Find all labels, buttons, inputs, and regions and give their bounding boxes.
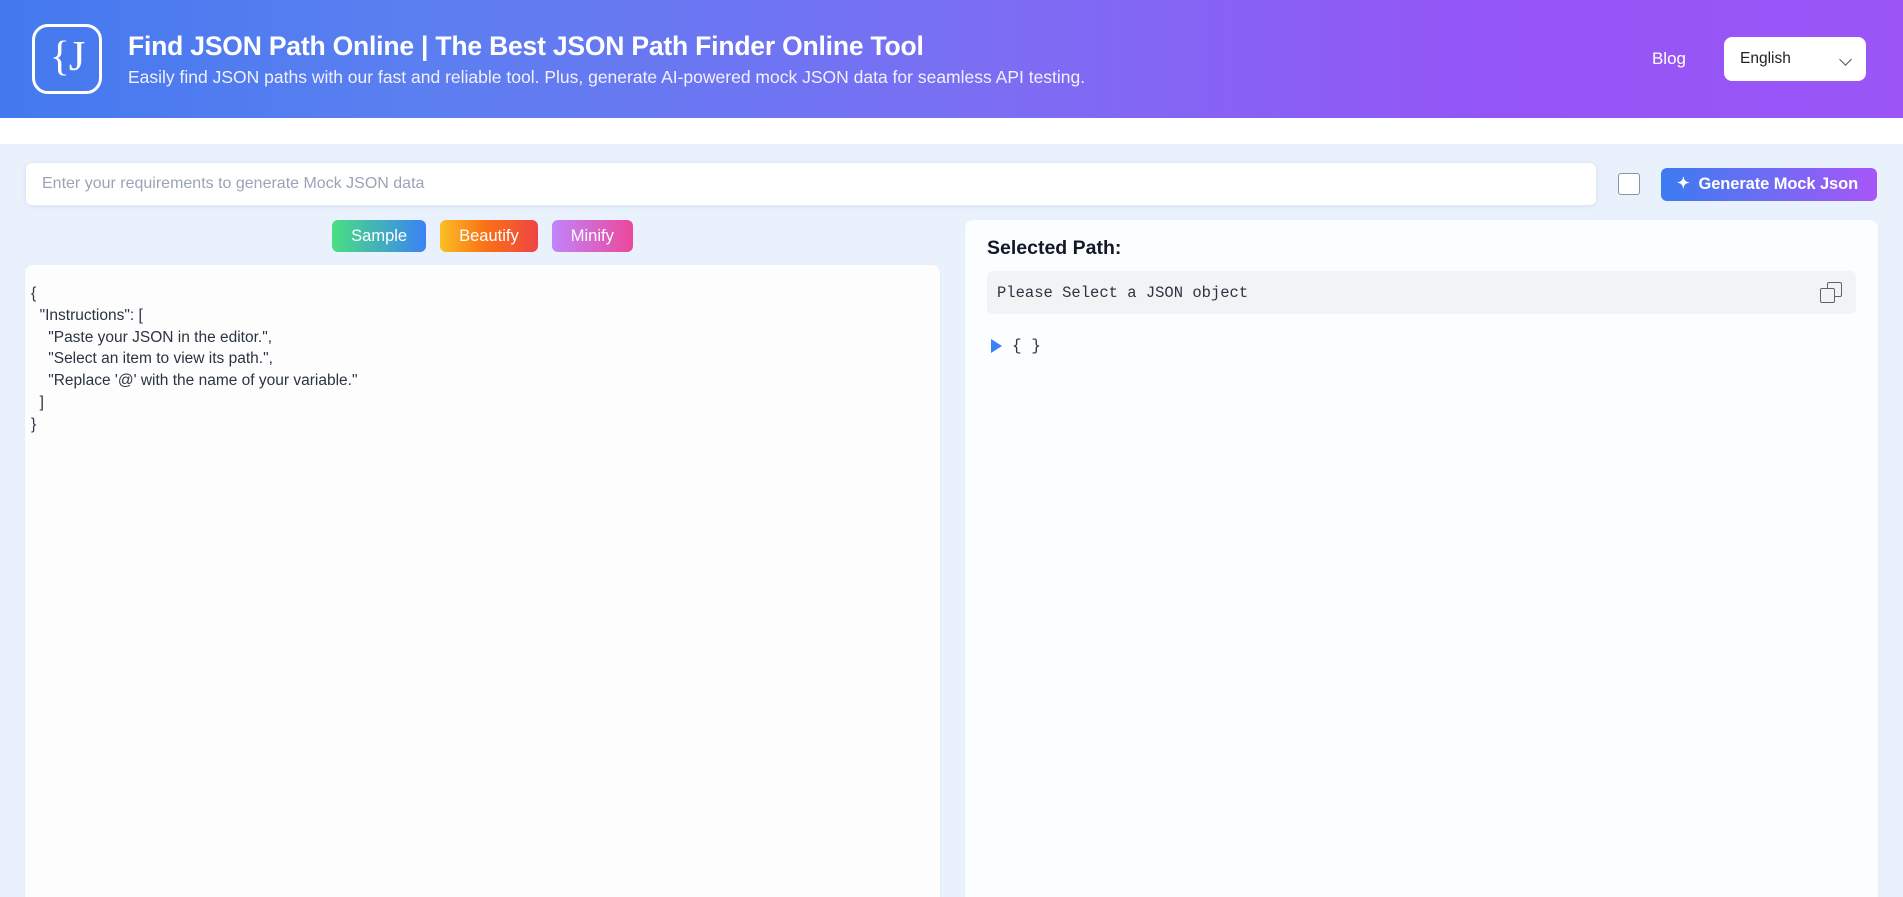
generate-mock-json-label: Generate Mock Json xyxy=(1698,174,1859,193)
page-subtitle: Easily find JSON paths with our fast and… xyxy=(128,66,1086,87)
main-content: ✦ Generate Mock Json Sample Beautify Min… xyxy=(0,144,1903,897)
selected-path-value: Please Select a JSON object xyxy=(997,283,1249,302)
editor-columns: Sample Beautify Minify { "Instructions":… xyxy=(0,220,1903,897)
header-title-block: Find JSON Path Online | The Best JSON Pa… xyxy=(128,31,1652,88)
beautify-button[interactable]: Beautify xyxy=(440,220,538,252)
json-tree: { } xyxy=(987,337,1856,355)
minify-button[interactable]: Minify xyxy=(551,220,633,252)
header-actions: Blog English xyxy=(1652,37,1866,81)
caret-right-icon[interactable] xyxy=(991,339,1002,353)
editor-toolbar: Sample Beautify Minify xyxy=(25,220,940,252)
logo: {J xyxy=(32,24,102,94)
generate-mock-json-button[interactable]: ✦ Generate Mock Json xyxy=(1661,167,1878,201)
blog-link[interactable]: Blog xyxy=(1652,49,1686,69)
selected-path-title: Selected Path: xyxy=(987,237,1122,259)
json-tree-root-node[interactable]: { } xyxy=(1012,337,1041,355)
chevron-down-icon xyxy=(1841,54,1852,65)
selected-path-panel: Selected Path: Please Select a JSON obje… xyxy=(965,220,1878,897)
language-select-value: English xyxy=(1740,50,1791,67)
language-select[interactable]: English xyxy=(1724,37,1866,81)
json-editor-content[interactable]: { "Instructions": [ "Paste your JSON in … xyxy=(25,265,940,436)
page-title: Find JSON Path Online | The Best JSON Pa… xyxy=(128,30,924,61)
mock-requirements-input[interactable] xyxy=(25,162,1597,206)
site-header: {J Find JSON Path Online | The Best JSON… xyxy=(0,0,1903,118)
mock-option-checkbox[interactable] xyxy=(1618,173,1640,195)
json-editor[interactable]: { "Instructions": [ "Paste your JSON in … xyxy=(25,265,940,897)
sample-button[interactable]: Sample xyxy=(332,220,427,252)
copy-icon[interactable] xyxy=(1820,281,1842,304)
logo-glyph: {J xyxy=(49,34,86,80)
selected-path-box: Please Select a JSON object xyxy=(987,271,1856,314)
header-divider-strip xyxy=(0,118,1903,144)
path-column: Selected Path: Please Select a JSON obje… xyxy=(965,220,1878,897)
editor-column: Sample Beautify Minify { "Instructions":… xyxy=(25,220,940,897)
sparkle-icon: ✦ xyxy=(1677,174,1690,192)
mock-generator-bar: ✦ Generate Mock Json xyxy=(0,144,1903,206)
